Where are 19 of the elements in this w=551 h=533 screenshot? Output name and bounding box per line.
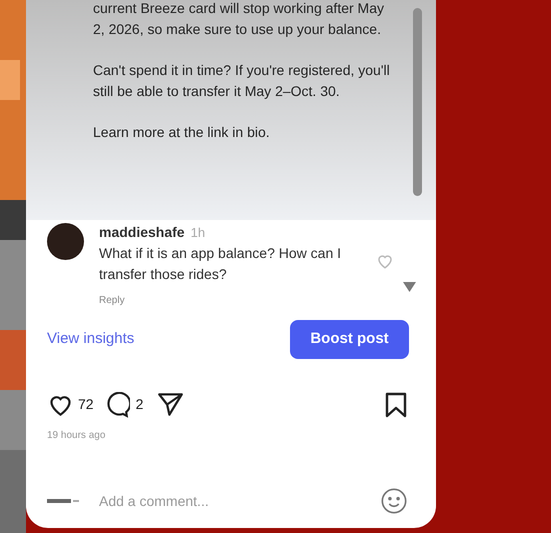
- comment-count: 2: [136, 395, 144, 414]
- smiley-icon[interactable]: [380, 487, 408, 515]
- view-insights-link[interactable]: View insights: [47, 328, 134, 351]
- comment-text: What if it is an app balance? How can I transfer those rides?: [99, 244, 342, 284]
- comment-time: 1h: [190, 224, 206, 242]
- avatar: [47, 223, 84, 260]
- boost-post-button[interactable]: Boost post: [290, 320, 409, 359]
- comment-input[interactable]: Add a comment...: [99, 490, 380, 512]
- caption-text: Learn more at the link in bio.: [93, 123, 271, 142]
- logo-icon: [47, 498, 79, 504]
- caption-text: current Breeze card will stop working after May 2, 2026, so make sure to use up your balance.: [93, 0, 385, 39]
- bookmark-icon[interactable]: [384, 392, 408, 418]
- post-time: 19 hours ago: [46, 429, 106, 443]
- like-count: 72: [78, 395, 94, 414]
- send-icon[interactable]: [157, 391, 184, 418]
- caption-text: Can't spend it in time? If you're registered, you'll still be able to transfer it May 2–Oct. 30.: [93, 61, 391, 101]
- comment-username[interactable]: maddieshafe: [99, 222, 185, 243]
- triangle-icon: [403, 282, 416, 292]
- reply-link[interactable]: Reply: [99, 293, 125, 308]
